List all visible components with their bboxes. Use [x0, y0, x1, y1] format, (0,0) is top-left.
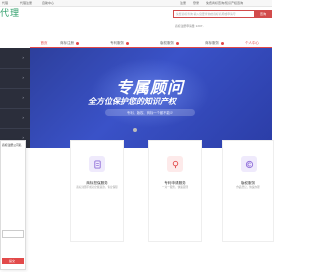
chevron-right-icon: › — [22, 115, 24, 120]
search-button[interactable]: 查询 — [254, 10, 272, 18]
sidebar-item[interactable]: › — [0, 88, 30, 109]
hot-dot-icon — [125, 42, 129, 45]
banner-title: 专属顾问 — [116, 78, 185, 97]
card-desc: 商标注册不成功全额退款，专业保障 — [76, 186, 118, 189]
search-placeholder: 免费商标查询 输入您要查询的商标名称或申请号 — [176, 11, 236, 16]
top-bar: 代理 代理注册 自助中心 注册 登录 免费商标查询/知识产权咨询 — [0, 0, 272, 7]
hero-banner[interactable]: 专属顾问 全方位保护您的知识产权 专利、版权、商标一个都不能少 — [30, 48, 272, 148]
trademark-icon — [89, 156, 105, 172]
nav-item-patent[interactable]: 专利服务 — [110, 40, 129, 47]
nav-item-copyright[interactable]: 版权服务 — [160, 40, 179, 47]
stats-text: 商标注册申请量 1207, — [175, 24, 204, 28]
chevron-right-icon: › — [22, 95, 24, 100]
floating-consult-panel: 商标注册公司名 — [0, 140, 26, 270]
nav-item-home[interactable]: 首页 — [30, 40, 58, 47]
register-link[interactable]: 注册 — [180, 1, 186, 5]
service-card-copyright[interactable]: 版权服务 作品登记，快速办理 — [222, 140, 274, 242]
nav-item-service[interactable]: 商标服务 — [205, 40, 224, 47]
service-card-trademark[interactable]: 商标担保服务 商标注册不成功全额退款，专业保障 — [70, 140, 124, 242]
sidebar-item[interactable]: › — [0, 108, 30, 129]
hot-dot-icon — [75, 42, 79, 45]
float-panel-title: 商标注册公司名 — [2, 142, 22, 147]
main-nav: 首页 商标注册 专利服务 版权服务 商标服务 个人中心 — [30, 40, 272, 47]
service-card-patent[interactable]: 专利申请服务 一对一服务，快速受理 — [148, 140, 202, 242]
nav-item-copyright-label: 版权服务 — [160, 41, 174, 45]
login-link[interactable]: 登录 — [193, 1, 199, 5]
nav-item-service-label: 商标服务 — [205, 41, 219, 45]
topbar-consult-link[interactable]: 免费商标查询/知识产权咨询 — [206, 1, 243, 5]
carousel-dot[interactable] — [133, 128, 137, 132]
topbar-link-1[interactable]: 代理 — [2, 1, 8, 5]
topbar-link-2[interactable]: 代理注册 — [20, 1, 32, 5]
copyright-icon — [241, 156, 257, 172]
float-panel-submit-label: 提交 — [9, 258, 16, 263]
nav-item-user-center[interactable]: 个人中心 — [245, 40, 259, 47]
sidebar-item[interactable]: › — [0, 48, 30, 69]
float-panel-submit-button[interactable]: 提交 — [2, 258, 24, 264]
nav-item-patent-label: 专利服务 — [110, 41, 124, 45]
logo[interactable]: 代理 — [0, 10, 20, 19]
chevron-right-icon: › — [22, 55, 24, 60]
banner-subtitle: 全方位保护您的知识产权 — [88, 97, 176, 106]
banner-pill: 专利、版权、商标一个都不能少 — [105, 109, 195, 116]
chevron-right-icon: › — [22, 75, 24, 80]
hot-dot-icon — [220, 42, 224, 45]
topbar-link-3[interactable]: 自助中心 — [42, 1, 54, 5]
float-panel-header: 商标注册公司名 — [1, 141, 25, 149]
nav-item-trademark[interactable]: 商标注册 — [60, 40, 79, 47]
patent-icon — [167, 156, 183, 172]
nav-item-trademark-label: 商标注册 — [60, 41, 74, 45]
search-input[interactable]: 免费商标查询 输入您要查询的商标名称或申请号 — [173, 10, 255, 18]
card-desc: 一对一服务，快速受理 — [162, 186, 188, 189]
category-sidebar: › › › › › — [0, 48, 30, 148]
float-panel-input[interactable] — [2, 230, 24, 238]
card-desc: 作品登记，快速办理 — [236, 186, 260, 189]
sidebar-item[interactable]: › — [0, 68, 30, 89]
hot-dot-icon — [175, 42, 179, 45]
